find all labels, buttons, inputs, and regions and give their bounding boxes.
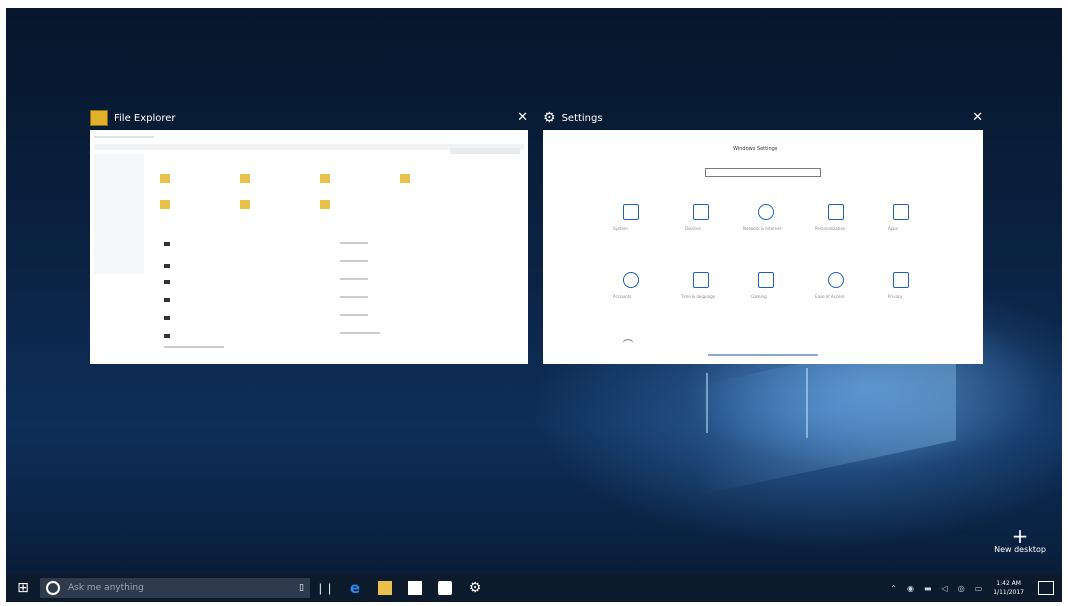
network-icon xyxy=(758,204,774,220)
plus-icon: + xyxy=(1011,524,1029,548)
mail-button[interactable] xyxy=(430,574,460,602)
time-language-icon xyxy=(693,272,709,288)
clock[interactable]: 1:42 AM 1/11/2017 xyxy=(993,579,1024,597)
settings-taskbar-button[interactable]: ⚙ xyxy=(460,574,490,602)
edge-icon: e xyxy=(349,579,361,597)
clock-date: 1/11/2017 xyxy=(993,589,1024,596)
microphone-icon[interactable]: ▯ xyxy=(299,583,304,593)
file-explorer-window[interactable]: File Explorer ✕ xyxy=(90,106,530,364)
file-explorer-icon xyxy=(378,581,392,595)
store-button[interactable] xyxy=(400,574,430,602)
volume-icon[interactable]: ◁ xyxy=(942,584,948,593)
store-icon xyxy=(408,581,422,595)
taskbar: ⊞ Ask me anything ▯ ❘❘ e ⚙ ⌃ ◉ ▬ ◁ ◎ ▭ 1… xyxy=(6,574,1062,602)
devices-icon xyxy=(693,204,709,220)
system-tray: ⌃ ◉ ▬ ◁ ◎ ▭ 1:42 AM 1/11/2017 xyxy=(885,579,1062,597)
file-explorer-titlebar: File Explorer ✕ xyxy=(90,106,530,130)
wallpaper-beam xyxy=(706,373,708,433)
task-view-icon: ❘❘ xyxy=(315,581,335,595)
wallpaper-beam xyxy=(806,368,808,438)
apps-icon xyxy=(893,204,909,220)
settings-icon: ⚙ xyxy=(468,580,482,596)
settings-heading: Windows Settings xyxy=(733,146,778,152)
new-desktop-label: New desktop xyxy=(994,545,1046,554)
system-icon xyxy=(623,204,639,220)
mail-icon xyxy=(438,581,452,595)
new-desktop-button[interactable]: + New desktop xyxy=(994,524,1046,554)
settings-gear-icon: ⚙ xyxy=(543,110,556,126)
personalization-icon xyxy=(828,204,844,220)
file-explorer-icon xyxy=(90,110,108,126)
close-icon[interactable]: ✕ xyxy=(972,110,983,125)
wifi-icon[interactable]: ◎ xyxy=(958,584,965,593)
clock-time: 1:42 AM xyxy=(996,580,1021,587)
task-view-button[interactable]: ❘❘ xyxy=(310,574,340,602)
action-center-icon[interactable] xyxy=(1038,581,1054,595)
accounts-icon xyxy=(623,272,639,288)
search-placeholder: Ask me anything xyxy=(68,583,144,593)
settings-thumbnail[interactable]: Windows Settings System Devices Network … xyxy=(543,130,983,364)
desktop-background: File Explorer ✕ ⚙ Settings ✕ Windows Set… xyxy=(6,8,1062,602)
gaming-icon xyxy=(758,272,774,288)
file-explorer-button[interactable] xyxy=(370,574,400,602)
privacy-icon xyxy=(893,272,909,288)
file-explorer-thumbnail[interactable] xyxy=(90,130,528,364)
file-explorer-title: File Explorer xyxy=(114,112,176,124)
chevron-up-icon[interactable]: ⌃ xyxy=(890,584,897,593)
cortana-icon xyxy=(46,581,60,595)
network-icon[interactable]: ◉ xyxy=(907,584,914,593)
settings-search-input[interactable] xyxy=(705,168,821,177)
windows-logo-icon: ⊞ xyxy=(17,580,29,596)
battery-icon[interactable]: ▬ xyxy=(924,584,932,593)
update-icon: ⌒ xyxy=(623,340,633,351)
keyboard-icon[interactable]: ▭ xyxy=(975,584,983,593)
settings-window[interactable]: ⚙ Settings ✕ Windows Settings System Dev… xyxy=(543,106,985,364)
settings-titlebar: ⚙ Settings ✕ xyxy=(543,106,985,130)
ease-of-access-icon xyxy=(828,272,844,288)
edge-button[interactable]: e xyxy=(340,574,370,602)
settings-title: Settings xyxy=(561,112,603,124)
start-button[interactable]: ⊞ xyxy=(6,574,40,602)
close-icon[interactable]: ✕ xyxy=(517,110,528,125)
cortana-search-box[interactable]: Ask me anything ▯ xyxy=(40,578,310,598)
